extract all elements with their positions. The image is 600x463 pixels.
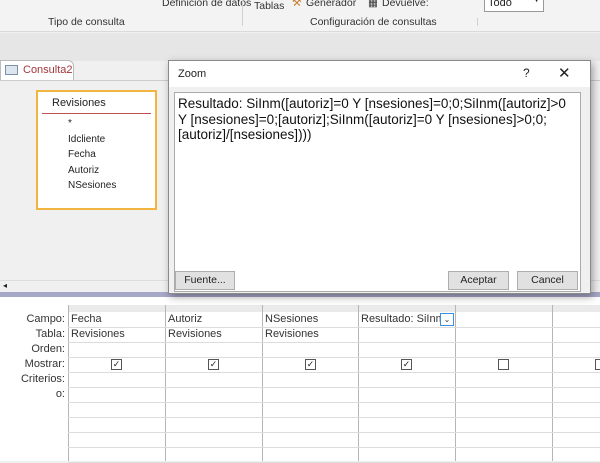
show-checkbox[interactable] xyxy=(595,359,600,370)
dialog-title: Zoom xyxy=(178,68,207,80)
field-item[interactable]: Autoriz xyxy=(38,165,155,181)
field-item[interactable]: NSesiones xyxy=(38,180,155,196)
grid-row-line xyxy=(68,402,600,403)
returns-value: Todo xyxy=(488,0,512,9)
divider xyxy=(242,0,243,26)
grid-column-line xyxy=(165,305,166,461)
tables-button[interactable]: Tablas xyxy=(254,0,284,12)
table-cell[interactable]: Revisiones xyxy=(265,328,319,340)
grid-row-line xyxy=(68,432,600,433)
grid-row-line xyxy=(68,417,600,418)
grid-row-line xyxy=(68,387,600,388)
returns-combo[interactable]: Todo ▼ xyxy=(484,0,544,12)
grid-column-line xyxy=(358,305,359,461)
field-item[interactable]: Idcliente xyxy=(38,134,155,150)
builder-icon: ⚒ xyxy=(292,0,302,9)
grid-column-line xyxy=(552,305,553,461)
show-checkbox[interactable] xyxy=(498,359,509,370)
row-label: Tabla: xyxy=(35,328,65,340)
grid-column-line xyxy=(68,305,69,461)
chevron-down-icon: ▼ xyxy=(533,0,540,4)
grid-column-line xyxy=(262,305,263,461)
builder-button[interactable]: Generador xyxy=(306,0,356,9)
show-checkbox[interactable]: ✓ xyxy=(401,359,412,370)
dialog-titlebar: Zoom ? ✕ xyxy=(169,61,590,87)
tab-consulta2[interactable]: Consulta2 xyxy=(0,60,74,80)
close-button[interactable]: ✕ xyxy=(558,64,571,82)
table-cell[interactable]: Revisiones xyxy=(71,328,125,340)
grid-row-line xyxy=(68,342,600,343)
table-title: Revisiones xyxy=(42,92,151,114)
grid-row-line xyxy=(68,327,600,328)
query-icon xyxy=(5,65,18,75)
column-selectors[interactable] xyxy=(68,305,600,312)
field-cell[interactable]: Resultado: SiInm xyxy=(361,313,441,325)
row-label: Mostrar: xyxy=(24,358,65,370)
row-label: Campo: xyxy=(26,313,65,325)
divider xyxy=(477,18,478,26)
field-cell[interactable]: Fecha xyxy=(71,313,163,325)
font-button[interactable]: Fuente... xyxy=(175,271,235,290)
table-revisiones[interactable]: Revisiones * Idcliente Fecha Autoriz NSe… xyxy=(36,90,157,210)
query-type-group-label: Tipo de consulta xyxy=(48,16,125,28)
data-definition-button[interactable]: Definición de datos xyxy=(162,0,251,9)
grid-row-line xyxy=(68,447,600,448)
expression-textarea[interactable]: Resultado: SiInm([autoriz]=0 Y [nsesione… xyxy=(174,92,581,292)
tab-label: Consulta2 xyxy=(23,64,73,76)
show-checkbox[interactable]: ✓ xyxy=(208,359,219,370)
show-checkbox[interactable]: ✓ xyxy=(111,359,122,370)
grid-row-line xyxy=(68,357,600,358)
query-setup-group-label: Configuración de consultas xyxy=(310,16,437,28)
zoom-dialog: Zoom ? ✕ Resultado: SiInm([autoriz]=0 Y … xyxy=(168,60,591,294)
row-label: o: xyxy=(55,388,65,400)
field-item[interactable]: Fecha xyxy=(38,149,155,165)
ribbon-gap xyxy=(0,33,600,61)
scroll-left-icon[interactable]: ◂ xyxy=(3,281,7,290)
ok-button[interactable]: Aceptar xyxy=(448,271,509,290)
grid-column-line xyxy=(455,305,456,461)
grid-row-line xyxy=(68,372,600,373)
field-item[interactable]: * xyxy=(38,118,155,134)
field-dropdown-button[interactable]: ⌄ xyxy=(440,313,454,326)
help-button[interactable]: ? xyxy=(523,66,530,80)
returns-icon: ▦ xyxy=(368,0,378,9)
show-checkbox[interactable]: ✓ xyxy=(305,359,316,370)
table-cell[interactable]: Revisiones xyxy=(168,328,222,340)
returns-label: Devuelve: xyxy=(382,0,429,9)
cancel-button[interactable]: Cancel xyxy=(517,271,578,290)
row-label: Orden: xyxy=(31,343,65,355)
field-cell[interactable]: Autoriz xyxy=(168,313,260,325)
field-cell[interactable]: NSesiones xyxy=(265,313,357,325)
ribbon: Definición de datos Tipo de consulta Tab… xyxy=(0,0,600,32)
row-label: Criterios: xyxy=(20,373,65,385)
